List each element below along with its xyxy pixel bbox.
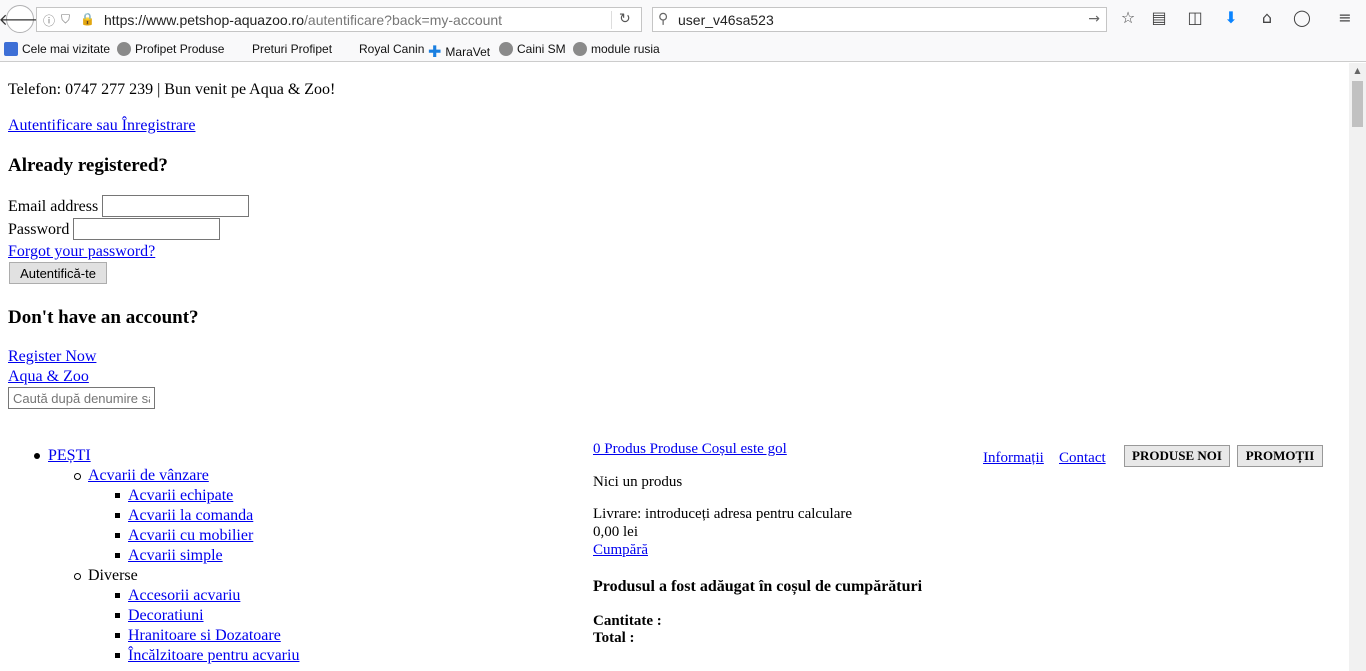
shipping-text: Livrare: introduceți adresa pentru calcu… [593,506,853,522]
contact-link[interactable]: Contact [1059,450,1106,467]
forgot-password-link[interactable]: Forgot your password? [8,243,155,261]
total-label: Total : [593,630,635,646]
menu-item[interactable]: Acvarii simple [128,547,223,565]
auth-link[interactable]: Autentificare sau Înregistrare [8,117,195,135]
promotions-button[interactable]: PROMOȚII [1237,445,1323,467]
menu-item[interactable]: Acvarii la comanda [128,507,253,525]
list-bullet [115,653,120,658]
bookmark-item[interactable]: Preturi Profipet [252,42,332,56]
quantity-label: Cantitate : [593,613,662,629]
chat-icon[interactable]: ◯ [1292,8,1312,27]
register-link[interactable]: Register Now [8,348,96,366]
menu-item[interactable]: Decoratiuni [128,607,204,625]
list-bullet [115,513,120,518]
back-button[interactable]: 🡐 [0,5,41,33]
menu-item[interactable]: Accesorii acvariu [128,587,240,605]
menu-item-pesti[interactable]: PEȘTI [48,447,91,465]
menu-item[interactable]: Acvarii cu mobilier [128,527,253,545]
list-bullet [115,493,120,498]
bookmarks-bar: Cele mai vizitate Profipet Produse Pretu… [0,38,1366,62]
buy-link[interactable]: Cumpără [593,542,648,559]
browser-toolbar: 🡐 ⓘ ⛉ 🔒 https://www.petshop-aquazoo.ro/a… [0,0,1366,38]
page-content: Telefon: 0747 277 239 | Bun venit pe Aqu… [0,63,1349,671]
menu-item-diverse: Diverse [88,567,138,584]
new-products-button[interactable]: PRODUSE NOI [1124,445,1230,467]
bookmark-item[interactable]: Cele mai vizitate [4,42,110,56]
url-text[interactable]: https://www.petshop-aquazoo.ro/autentifi… [104,12,502,28]
search-icon: ⚲ [658,11,669,27]
list-bullet [115,533,120,538]
list-bullet [115,553,120,558]
shield-icon[interactable]: ⛉ [61,12,70,27]
info-icon[interactable]: ⓘ [43,12,55,29]
reload-icon[interactable]: ↻ [619,11,631,27]
home-link[interactable]: Aqua & Zoo [8,368,89,386]
email-field[interactable] [102,195,249,217]
url-separator [611,11,612,29]
password-field[interactable] [73,218,220,240]
email-label: Email address [8,198,99,215]
info-link[interactable]: Informații [983,450,1044,467]
product-search-input[interactable] [8,387,155,409]
list-bullet [115,613,120,618]
phone-greeting: Telefon: 0747 277 239 | Bun venit pe Aqu… [8,81,336,98]
menu-item[interactable]: Încălzitoare pentru acvariu [128,647,299,665]
medical-cross-icon: ✚ [428,42,442,61]
list-bullet [74,573,81,580]
menu-item[interactable]: Hranitoare si Dozatoare [128,627,281,645]
url-bar[interactable]: ⓘ ⛉ 🔒 https://www.petshop-aquazoo.ro/aut… [36,7,642,32]
globe-icon [499,42,513,56]
list-bullet [34,453,40,459]
password-label: Password [8,221,70,238]
page-scrollbar[interactable]: ▲ [1349,63,1366,671]
cart-summary-link[interactable]: 0 Produs Produse Coșul este gol [593,441,787,458]
added-to-cart-heading: Produsul a fost adăugat în coșul de cump… [593,578,923,595]
list-bullet [115,633,120,638]
register-heading: Don't have an account? [8,307,199,328]
download-icon[interactable]: ⬇ [1221,8,1241,27]
most-visited-icon [4,42,18,56]
home-icon[interactable]: ⌂ [1257,8,1277,27]
search-bar-value[interactable]: user_v46sa523 [678,12,774,28]
scroll-thumb[interactable] [1352,81,1363,127]
bookmark-item[interactable]: Profipet Produse [117,42,224,56]
sidebar-icon[interactable]: ◫ [1185,8,1205,27]
cart-empty-text: Nici un produs [593,474,683,490]
list-bullet [115,593,120,598]
globe-icon [117,42,131,56]
menu-item-acvarii-vanzare[interactable]: Acvarii de vânzare [88,467,209,485]
bookmark-item[interactable]: Caini SM [499,42,566,56]
bookmark-item[interactable]: module rusia [573,42,660,56]
menu-icon[interactable]: ≡ [1335,8,1355,27]
list-bullet [74,473,81,480]
search-go-icon[interactable]: → [1088,11,1100,27]
search-bar[interactable]: ⚲ user_v46sa523 → [652,7,1107,32]
cart-amount: 0,00 lei [593,524,638,540]
bookmark-star-icon[interactable]: ☆ [1118,8,1138,27]
menu-item[interactable]: Acvarii echipate [128,487,233,505]
login-button[interactable]: Autentifică-te [9,262,107,284]
bookmarks-library-icon[interactable]: ▤ [1149,8,1169,27]
login-heading: Already registered? [8,155,168,176]
bookmark-item[interactable]: ✚ MaraVet [428,42,490,61]
globe-icon [573,42,587,56]
bookmark-item[interactable]: Royal Canin [359,42,424,56]
scroll-up-arrow-icon[interactable]: ▲ [1349,63,1366,79]
lock-icon[interactable]: 🔒 [80,12,95,26]
